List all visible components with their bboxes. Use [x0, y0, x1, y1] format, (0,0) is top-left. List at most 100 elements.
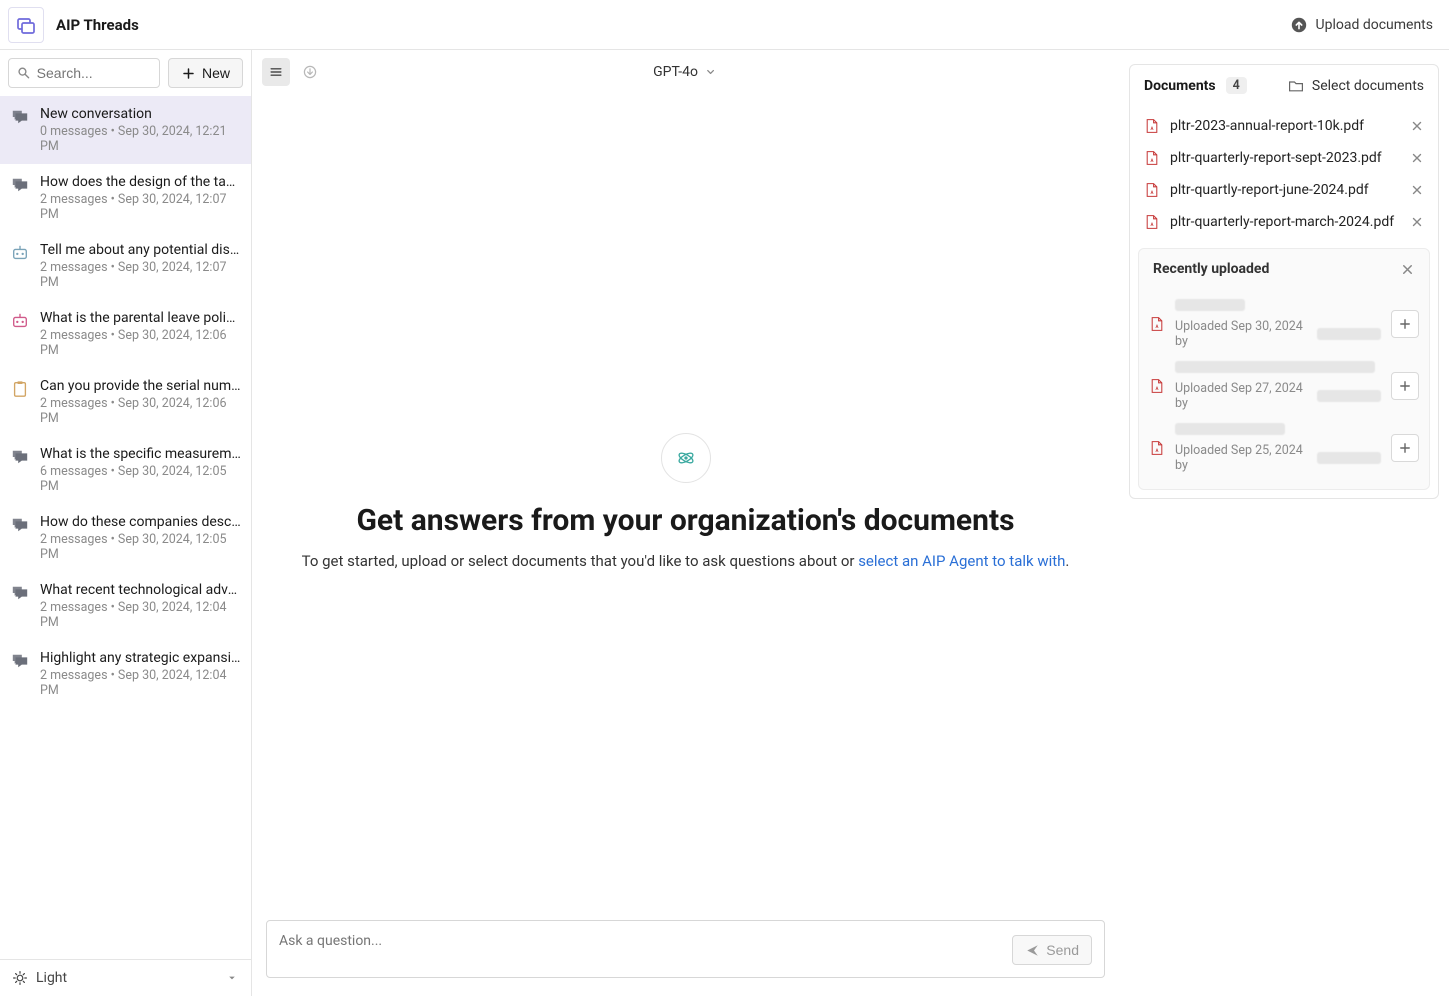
document-row: pltr-quarterly-report-sept-2023.pdf [1136, 142, 1432, 174]
recent-header: Recently uploaded [1153, 261, 1269, 277]
robot-pink-icon [11, 312, 29, 330]
plus-icon [1398, 379, 1412, 393]
hero-subtitle: To get started, upload or select documen… [302, 552, 1070, 570]
pdf-icon [1149, 315, 1165, 333]
send-label: Send [1046, 942, 1079, 958]
chat-icon [11, 584, 29, 602]
app-icon [8, 7, 44, 43]
remove-document-button[interactable] [1410, 119, 1424, 133]
thread-meta: 2 messages • Sep 30, 2024, 12:05 PM [40, 532, 241, 562]
circle-down-icon [302, 64, 318, 80]
theme-label: Light [36, 970, 67, 986]
thread-title: How does the design of the taper … [40, 174, 241, 190]
pdf-icon [1144, 149, 1160, 167]
new-thread-button[interactable]: New [168, 58, 243, 88]
remove-document-button[interactable] [1410, 151, 1424, 165]
thread-item[interactable]: New conversation 0 messages • Sep 30, 20… [0, 96, 251, 164]
search-icon [17, 65, 31, 81]
document-name[interactable]: pltr-quartly-report-june-2024.pdf [1170, 182, 1400, 198]
add-recent-button[interactable] [1391, 434, 1419, 462]
document-name[interactable]: pltr-2023-annual-report-10k.pdf [1170, 118, 1400, 134]
thread-item[interactable]: Tell me about any potential disr… 2 mess… [0, 232, 251, 300]
thread-item[interactable]: How do these companies describ… 2 messag… [0, 504, 251, 572]
document-row: pltr-2023-annual-report-10k.pdf [1136, 110, 1432, 142]
chevron-down-icon [704, 65, 718, 79]
hero-suffix: . [1065, 552, 1069, 570]
select-documents-label: Select documents [1312, 78, 1424, 94]
model-selector[interactable]: GPT-4o [653, 64, 718, 80]
upload-icon [1290, 16, 1308, 34]
thread-item[interactable]: How does the design of the taper … 2 mes… [0, 164, 251, 232]
thread-title: Highlight any strategic expansion… [40, 650, 241, 666]
add-recent-button[interactable] [1391, 310, 1419, 338]
topbar: AIP Threads Upload documents [0, 0, 1449, 50]
documents-panel: Documents 4 Select documents pltr-2023-a… [1129, 64, 1439, 499]
recent-row: Uploaded Sep 27, 2024 by [1149, 355, 1419, 417]
recent-row: Uploaded Sep 30, 2024 by [1149, 293, 1419, 355]
recent-doc-meta: Uploaded Sep 25, 2024 by [1175, 443, 1381, 473]
panel-toggle-button[interactable] [262, 58, 290, 86]
send-button[interactable]: Send [1012, 935, 1092, 965]
plus-icon [181, 66, 196, 81]
thread-title: How do these companies describ… [40, 514, 241, 530]
send-icon [1025, 943, 1040, 958]
composer: Send [266, 920, 1105, 978]
thread-meta: 6 messages • Sep 30, 2024, 12:05 PM [40, 464, 241, 494]
remove-document-button[interactable] [1410, 215, 1424, 229]
documents-header: Documents [1144, 78, 1216, 94]
add-recent-button[interactable] [1391, 372, 1419, 400]
thread-item[interactable]: What is the specific measuremen… 6 messa… [0, 436, 251, 504]
app-title: AIP Threads [56, 16, 139, 34]
select-agent-link[interactable]: select an AIP Agent to talk with [858, 552, 1065, 570]
caret-down-icon [225, 971, 239, 985]
thread-item[interactable]: Highlight any strategic expansion… 2 mes… [0, 640, 251, 708]
documents-panel-wrap: Documents 4 Select documents pltr-2023-a… [1119, 50, 1449, 996]
chat-icon [11, 448, 29, 466]
recent-doc-name [1175, 423, 1285, 435]
document-name[interactable]: pltr-quarterly-report-march-2024.pdf [1170, 214, 1400, 230]
composer-input[interactable] [279, 933, 1012, 965]
close-recent-button[interactable] [1400, 262, 1415, 277]
select-documents-button[interactable]: Select documents [1288, 78, 1424, 94]
thread-meta: 2 messages • Sep 30, 2024, 12:04 PM [40, 600, 241, 630]
model-name: GPT-4o [653, 64, 698, 80]
chat-icon [11, 108, 29, 126]
recent-panel: Recently uploaded Uploaded Sep 30, 2024 … [1138, 248, 1430, 490]
chat-icon [11, 516, 29, 534]
document-list: pltr-2023-annual-report-10k.pdf pltr-qua… [1130, 106, 1438, 248]
thread-meta: 2 messages • Sep 30, 2024, 12:07 PM [40, 192, 241, 222]
scroll-down-button[interactable] [296, 58, 324, 86]
document-row: pltr-quartly-report-june-2024.pdf [1136, 174, 1432, 206]
document-name[interactable]: pltr-quarterly-report-sept-2023.pdf [1170, 150, 1400, 166]
thread-item[interactable]: What recent technological advan… 2 messa… [0, 572, 251, 640]
chat-icon [11, 176, 29, 194]
remove-document-button[interactable] [1410, 183, 1424, 197]
theme-selector[interactable]: Light [0, 959, 251, 996]
sidebar: New New conversation 0 messages • Sep 30… [0, 50, 252, 996]
recent-doc-meta: Uploaded Sep 27, 2024 by [1175, 381, 1381, 411]
pdf-icon [1144, 117, 1160, 135]
thread-meta: 2 messages • Sep 30, 2024, 12:07 PM [40, 260, 241, 290]
thread-item[interactable]: What is the parental leave policy? 2 mes… [0, 300, 251, 368]
robot-icon [11, 244, 29, 262]
chat-icon [11, 652, 29, 670]
new-button-label: New [202, 65, 230, 81]
search-box[interactable] [8, 58, 160, 88]
recent-list: Uploaded Sep 30, 2024 by Uploaded Sep 27… [1139, 289, 1429, 489]
menu-icon [268, 64, 284, 80]
pdf-icon [1144, 213, 1160, 231]
recent-doc-name [1175, 299, 1245, 311]
atom-icon [675, 447, 697, 469]
thread-title: Tell me about any potential disr… [40, 242, 241, 258]
pdf-icon [1149, 439, 1165, 457]
thread-item[interactable]: Can you provide the serial numb… 2 messa… [0, 368, 251, 436]
upload-documents-button[interactable]: Upload documents [1290, 16, 1433, 34]
thread-meta: 2 messages • Sep 30, 2024, 12:04 PM [40, 668, 241, 698]
hero-title: Get answers from your organization's doc… [356, 503, 1014, 538]
upload-documents-label: Upload documents [1316, 17, 1433, 33]
plus-icon [1398, 441, 1412, 455]
sun-icon [12, 970, 28, 986]
search-input[interactable] [37, 65, 151, 81]
thread-meta: 0 messages • Sep 30, 2024, 12:21 PM [40, 124, 241, 154]
thread-list: New conversation 0 messages • Sep 30, 20… [0, 96, 251, 959]
